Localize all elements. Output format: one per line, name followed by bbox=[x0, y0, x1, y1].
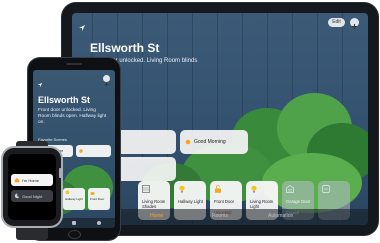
watch-band-bottom bbox=[16, 224, 48, 240]
automation-tab-icon[interactable] bbox=[97, 221, 101, 225]
edit-button[interactable]: Edit bbox=[328, 18, 345, 27]
lock-icon bbox=[214, 185, 222, 193]
home-title: Ellsworth St bbox=[90, 41, 160, 55]
scene-tile-im-home[interactable]: I'm Home bbox=[11, 174, 53, 186]
plus-icon bbox=[104, 82, 109, 87]
accessory-tile-front-door[interactable]: Front Door bbox=[88, 188, 110, 210]
rooms-tab-icon[interactable] bbox=[72, 221, 76, 225]
location-arrow-icon[interactable] bbox=[78, 19, 86, 31]
digital-crown[interactable] bbox=[59, 168, 63, 178]
accessory-tile-hallway-light[interactable]: Hallway Light bbox=[63, 188, 85, 210]
home-title: Ellsworth St bbox=[38, 95, 91, 105]
house-icon bbox=[14, 177, 20, 184]
tab-rooms[interactable]: Rooms bbox=[212, 213, 228, 219]
sun-icon bbox=[78, 148, 84, 154]
location-arrow-icon[interactable] bbox=[37, 75, 43, 88]
outlet-icon bbox=[322, 185, 330, 193]
tab-home[interactable]: Home bbox=[150, 213, 163, 219]
tab-automation[interactable]: Automation bbox=[268, 213, 293, 219]
scene-tile[interactable] bbox=[76, 145, 111, 157]
plus-icon bbox=[352, 24, 357, 29]
apple-watch-device: I'm Home Good Night bbox=[3, 148, 63, 226]
watch-screen: I'm Home Good Night bbox=[8, 154, 56, 220]
add-button[interactable] bbox=[103, 75, 110, 87]
moon-icon bbox=[14, 193, 20, 200]
blinds-icon bbox=[142, 185, 150, 193]
lock-icon bbox=[90, 190, 95, 196]
scene-tile-good-night[interactable]: Good Night bbox=[11, 190, 53, 202]
speaker-grille bbox=[66, 63, 82, 65]
bulb-icon bbox=[250, 185, 258, 193]
bulb-icon bbox=[178, 185, 186, 193]
scene-tile-good-morning[interactable]: Good Morning bbox=[180, 130, 248, 154]
bulb-icon bbox=[65, 190, 70, 196]
add-button[interactable] bbox=[350, 18, 359, 29]
garage-icon bbox=[286, 185, 294, 193]
sun-icon bbox=[184, 138, 192, 146]
home-status: Front door unlocked. Living Room blinds … bbox=[38, 108, 107, 125]
home-button[interactable] bbox=[68, 230, 81, 239]
